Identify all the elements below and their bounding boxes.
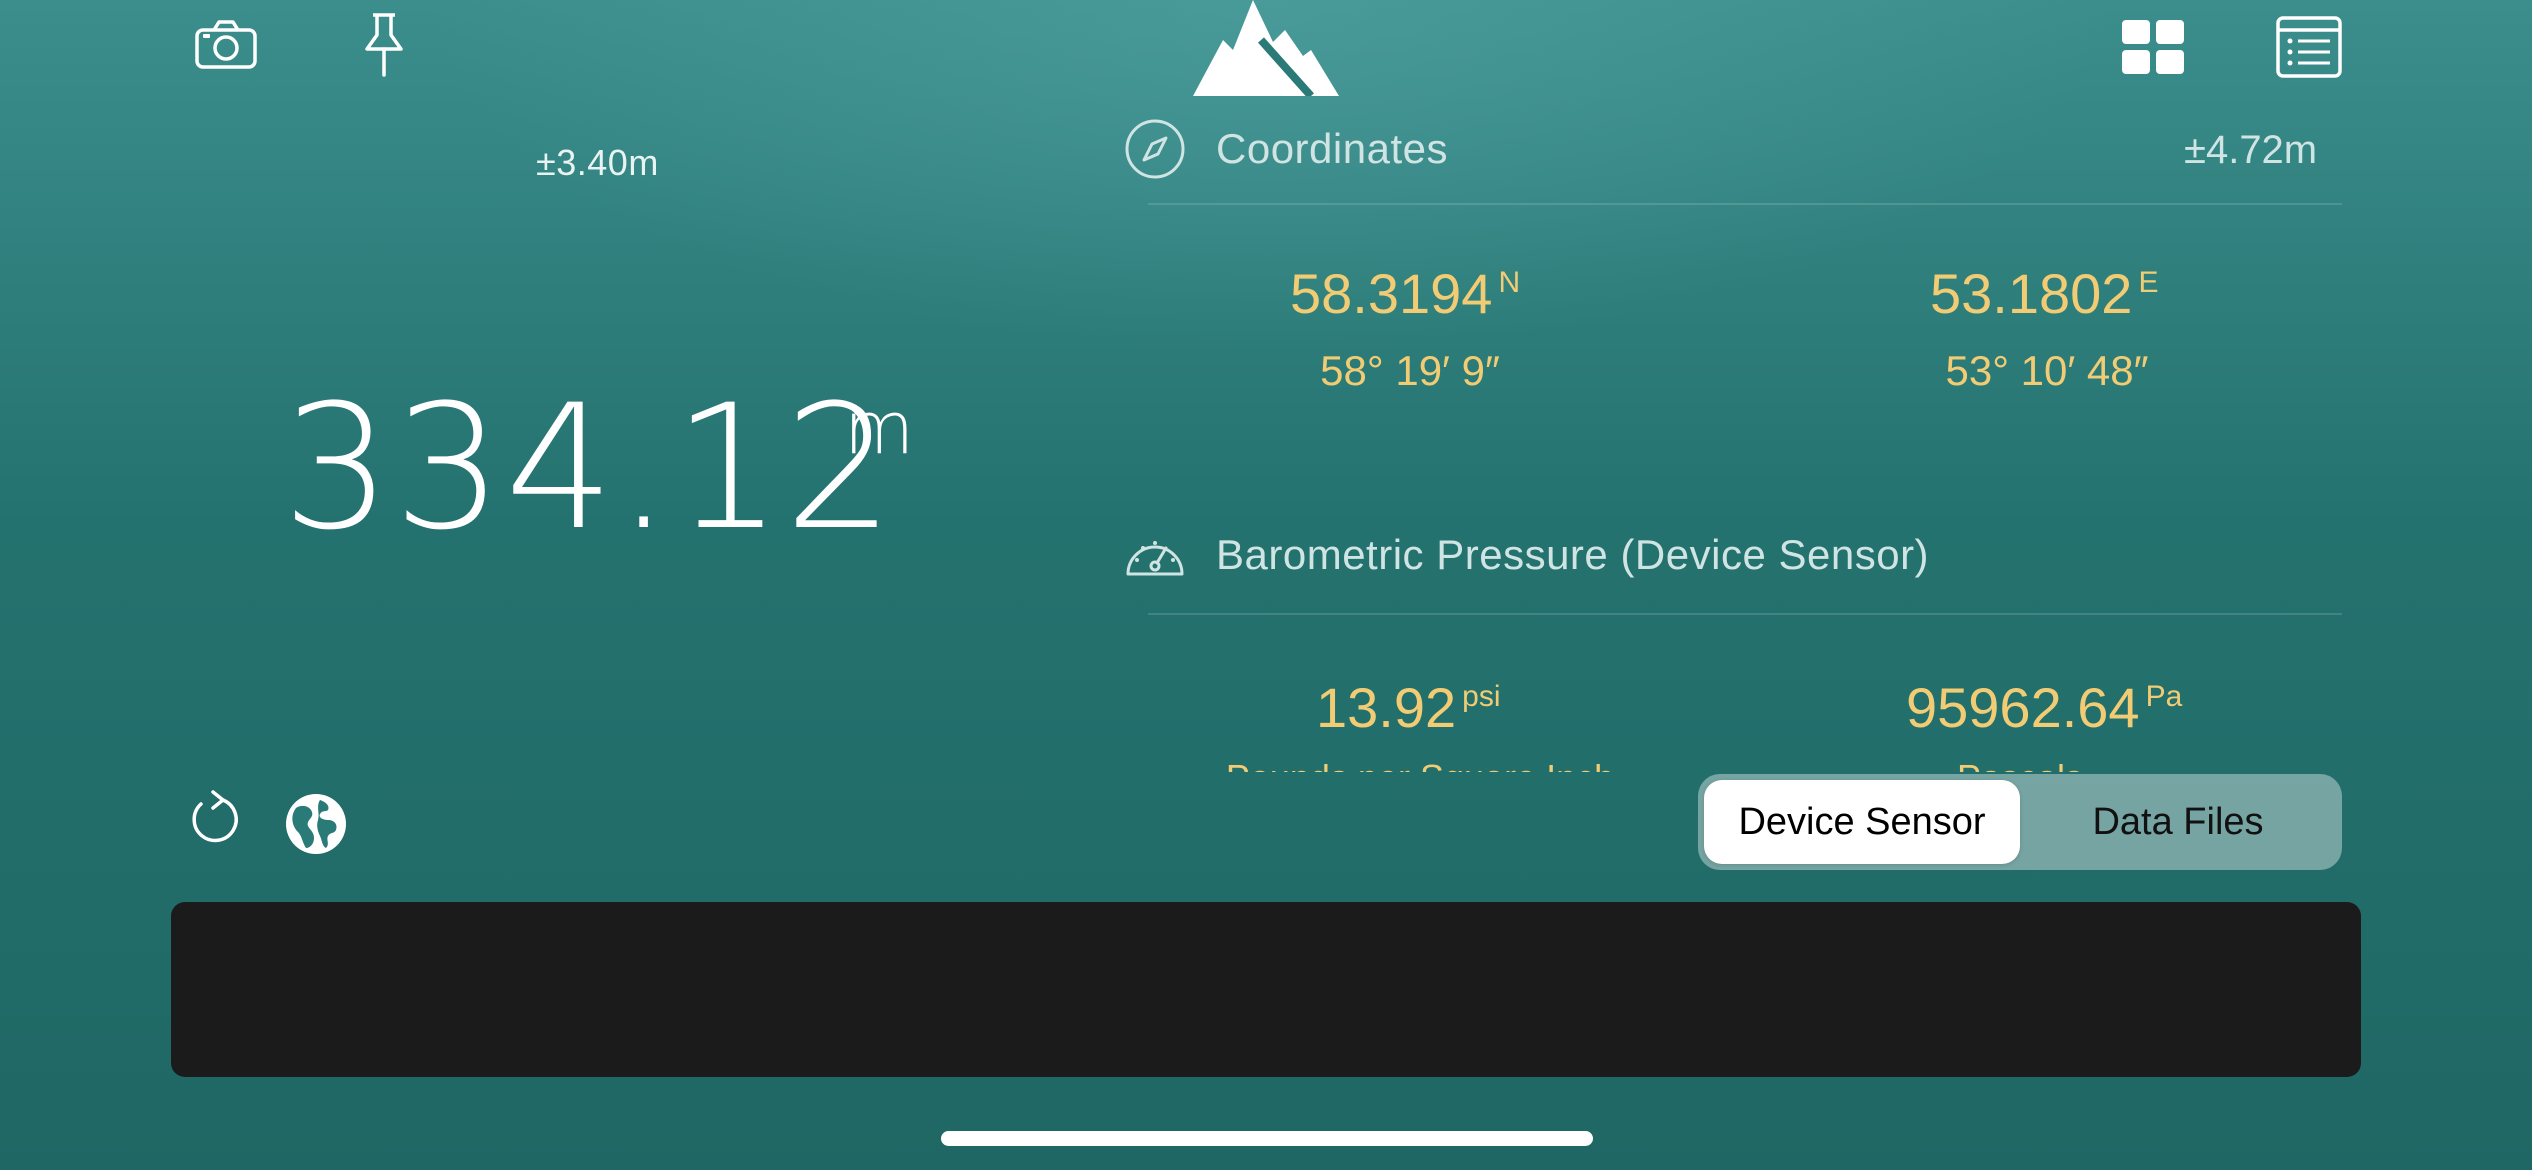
list-view-button[interactable] [2274,14,2344,80]
camera-icon [195,20,257,69]
psi-number: 13.92 [1316,676,1457,739]
altitude-accuracy: ±3.40m [536,142,659,183]
coordinates-divider [1148,203,2342,205]
pushpin-icon [365,13,403,77]
list-view-icon [2276,16,2342,78]
refresh-button[interactable] [186,786,244,848]
camera-button[interactable] [190,14,262,74]
compass-icon [1125,119,1185,179]
longitude-dms: 53° 10′ 48″ [1945,347,2149,394]
globe-button[interactable] [282,790,350,858]
mountain-logo-icon [1193,0,1339,96]
pressure-values-scroll[interactable]: 13.92psi Pounds per Square Inch 95962.64… [1120,520,2352,773]
globe-icon [286,794,346,854]
pa-number: 95962.64 [1906,676,2140,739]
pin-location-button[interactable] [358,10,410,80]
psi-unit: psi [1462,680,1501,713]
refresh-icon [192,790,238,843]
segment-device-sensor[interactable]: Device Sensor [1704,780,2020,864]
ad-banner[interactable] [171,902,2361,1077]
latitude-decimal: 58.3194 [1290,262,1493,325]
longitude-decimal: 53.1802 [1930,262,2133,325]
segment-data-files[interactable]: Data Files [2020,780,2336,864]
latitude-dms: 58° 19′ 9″ [1320,347,1500,394]
altitude-unit: m [844,386,915,470]
data-source-toggle[interactable]: Device Sensor Data Files [1698,774,2342,870]
pa-label: Pascals [1870,760,2170,773]
latitude-hemisphere: N [1498,266,1521,299]
coordinates-accuracy: ±4.72m [2184,128,2318,172]
coordinates-title: Coordinates [1216,125,1448,172]
pa-unit: Pa [2145,680,2183,713]
psi-value: 13.92 psi [1316,680,1501,736]
pa-value: 95962.64 Pa [1906,680,2182,736]
longitude-value: 53.1802 E [1930,266,2158,322]
app-logo [1193,0,1339,96]
altitude-value: 334.12 [282,367,896,568]
latitude-value: 58.3194 N [1290,266,1520,322]
longitude-hemisphere: E [2138,266,2159,299]
grid-view-button[interactable] [2118,16,2188,78]
grid-view-icon [2122,20,2184,74]
home-indicator[interactable] [941,1131,1593,1146]
coordinates-header: Coordinates [1124,118,1448,180]
psi-label: Pounds per Square Inch [1180,760,1660,773]
